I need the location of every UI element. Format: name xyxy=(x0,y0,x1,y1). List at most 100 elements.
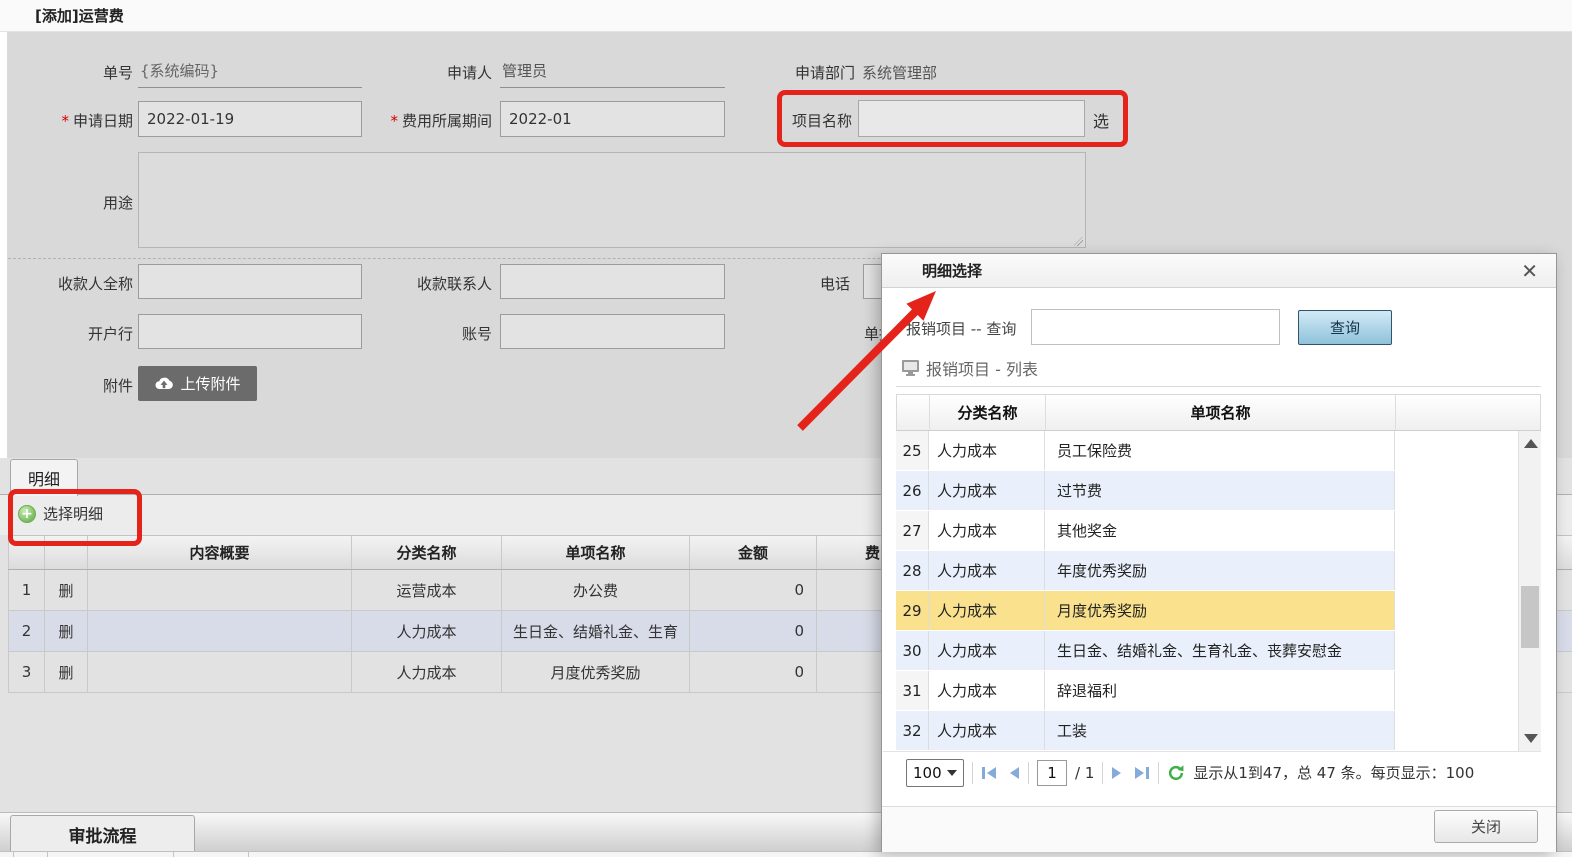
next-page-icon[interactable] xyxy=(1111,765,1123,781)
list-item[interactable]: 30 人力成本 生日金、结婚礼金、生育礼金、丧葬安慰金 xyxy=(896,631,1541,671)
list-item[interactable]: 27 人力成本 其他奖金 xyxy=(896,511,1541,551)
cell-category: 人力成本 xyxy=(929,671,1045,710)
delete-link[interactable]: 删 xyxy=(45,652,88,692)
list-item[interactable]: 26 人力成本 过节费 xyxy=(896,471,1541,511)
dialog-title: 明细选择 xyxy=(922,254,982,288)
title-bar: [添加]运营费 xyxy=(0,0,1572,32)
account-field[interactable] xyxy=(500,314,725,349)
purpose-textarea[interactable] xyxy=(138,152,1086,248)
header-amount: 金额 xyxy=(690,536,817,569)
project-name-field[interactable] xyxy=(858,100,1085,137)
scroll-up-icon[interactable] xyxy=(1524,439,1538,448)
cell-item: 辞退福利 xyxy=(1045,671,1395,710)
tab-detail-label: 明细 xyxy=(28,466,60,490)
required-asterisk: * xyxy=(390,112,398,130)
cell-category: 人力成本 xyxy=(929,631,1045,670)
add-plus-icon: + xyxy=(18,505,36,523)
monitor-icon xyxy=(901,359,920,381)
row-number: 1 xyxy=(8,570,45,610)
cell-category: 人力成本 xyxy=(929,551,1045,590)
cell-category: 人力成本 xyxy=(929,471,1045,510)
pager-status: 显示从1到47，总 47 条。每页显示：100 xyxy=(1193,762,1474,783)
cell-amount: 0 xyxy=(690,611,817,651)
list-item[interactable]: 31 人力成本 辞退福利 xyxy=(896,671,1541,711)
first-page-icon[interactable] xyxy=(981,765,998,781)
search-input[interactable] xyxy=(1031,309,1280,345)
cell-category: 人力成本 xyxy=(929,431,1045,470)
list-caption: 报销项目 - 列表 xyxy=(926,356,1038,380)
cell-item: 生日金、结婚礼金、生育 xyxy=(502,611,690,651)
contact-field[interactable] xyxy=(500,264,725,299)
row-number: 30 xyxy=(896,631,929,670)
contact-label: 收款联系人 xyxy=(360,273,492,294)
row-number: 27 xyxy=(896,511,929,550)
row-number: 26 xyxy=(896,471,929,510)
payee-field[interactable] xyxy=(138,264,362,299)
expense-period-field[interactable] xyxy=(500,101,725,137)
project-name-label: 项目名称 xyxy=(752,110,852,131)
cell-summary xyxy=(88,570,352,610)
select-detail-label: 选择明细 xyxy=(43,503,103,524)
upload-attachment-label: 上传附件 xyxy=(180,373,240,394)
cell-item: 工装 xyxy=(1045,711,1395,750)
resize-handle-icon[interactable] xyxy=(1072,235,1084,247)
bank-field[interactable] xyxy=(138,314,362,349)
cell-item: 生日金、结婚礼金、生育礼金、丧葬安慰金 xyxy=(1045,631,1395,670)
payee-label: 收款人全称 xyxy=(13,273,133,294)
applicant-label: 申请人 xyxy=(372,62,492,83)
project-select-link[interactable]: 选 xyxy=(1093,108,1109,132)
bank-label: 开户行 xyxy=(13,323,133,344)
cell-category: 人力成本 xyxy=(929,711,1045,750)
page-input[interactable]: 1 xyxy=(1037,760,1067,786)
app-window: [添加]运营费 单号 {系统编码} 申请人 管理员 申请部门 系统管理部 *申请… xyxy=(0,0,1572,857)
scroll-down-icon[interactable] xyxy=(1524,734,1538,743)
list-item[interactable]: 25 人力成本 员工保险费 xyxy=(896,431,1541,471)
header-item: 单项名称 xyxy=(502,536,690,569)
required-asterisk: * xyxy=(61,112,69,130)
page-count: / 1 xyxy=(1075,764,1094,782)
list-item[interactable]: 32 人力成本 工装 xyxy=(896,711,1541,751)
cloud-upload-icon xyxy=(154,376,174,392)
dialog-header: 明细选择 ✕ xyxy=(882,254,1556,288)
cell-category: 人力成本 xyxy=(929,591,1045,630)
cell-item: 员工保险费 xyxy=(1045,431,1395,470)
department-value: 系统管理部 xyxy=(862,62,937,83)
close-button[interactable]: 关闭 xyxy=(1434,810,1538,843)
select-detail-button[interactable]: + 选择明细 xyxy=(18,503,103,524)
page-size-value: 100 xyxy=(913,764,942,782)
header-item: 单项名称 xyxy=(1046,395,1396,430)
search-button[interactable]: 查询 xyxy=(1298,310,1392,345)
scroll-thumb[interactable] xyxy=(1521,586,1539,648)
purpose-label: 用途 xyxy=(13,192,133,213)
last-page-icon[interactable] xyxy=(1133,765,1150,781)
tab-detail[interactable]: 明细 xyxy=(10,459,78,496)
close-icon[interactable]: ✕ xyxy=(1521,258,1538,284)
chevron-down-icon xyxy=(947,770,957,776)
list-item-selected[interactable]: 29 人力成本 月度优秀奖励 xyxy=(896,591,1541,631)
page-title: [添加]运营费 xyxy=(35,0,124,32)
table-scrollbar[interactable] xyxy=(1518,431,1541,751)
page-size-select[interactable]: 100 xyxy=(906,759,964,787)
prev-page-icon[interactable] xyxy=(1008,765,1020,781)
cell-category: 人力成本 xyxy=(352,652,502,692)
upload-attachment-button[interactable]: 上传附件 xyxy=(138,366,257,401)
delete-link[interactable]: 删 xyxy=(45,570,88,610)
delete-link[interactable]: 删 xyxy=(45,611,88,651)
list-item[interactable]: 28 人力成本 年度优秀奖励 xyxy=(896,551,1541,591)
row-number: 3 xyxy=(8,652,45,692)
row-number: 25 xyxy=(896,431,929,470)
cell-summary xyxy=(88,652,352,692)
doc-no-value: {系统编码} xyxy=(138,56,362,88)
refresh-icon[interactable] xyxy=(1167,764,1185,782)
period-label: 费用所属期间 xyxy=(402,112,492,130)
department-label: 申请部门 xyxy=(735,62,855,83)
tab-approval[interactable]: 审批流程 xyxy=(10,815,195,852)
cell-item: 过节费 xyxy=(1045,471,1395,510)
apply-date-field[interactable] xyxy=(138,101,362,137)
cell-item: 办公费 xyxy=(502,570,690,610)
row-number: 31 xyxy=(896,671,929,710)
dialog-table-header: 分类名称 单项名称 xyxy=(896,394,1541,431)
cell-item: 月度优秀奖励 xyxy=(502,652,690,692)
account-label: 账号 xyxy=(360,323,492,344)
phone-label: 电话 xyxy=(770,273,850,294)
